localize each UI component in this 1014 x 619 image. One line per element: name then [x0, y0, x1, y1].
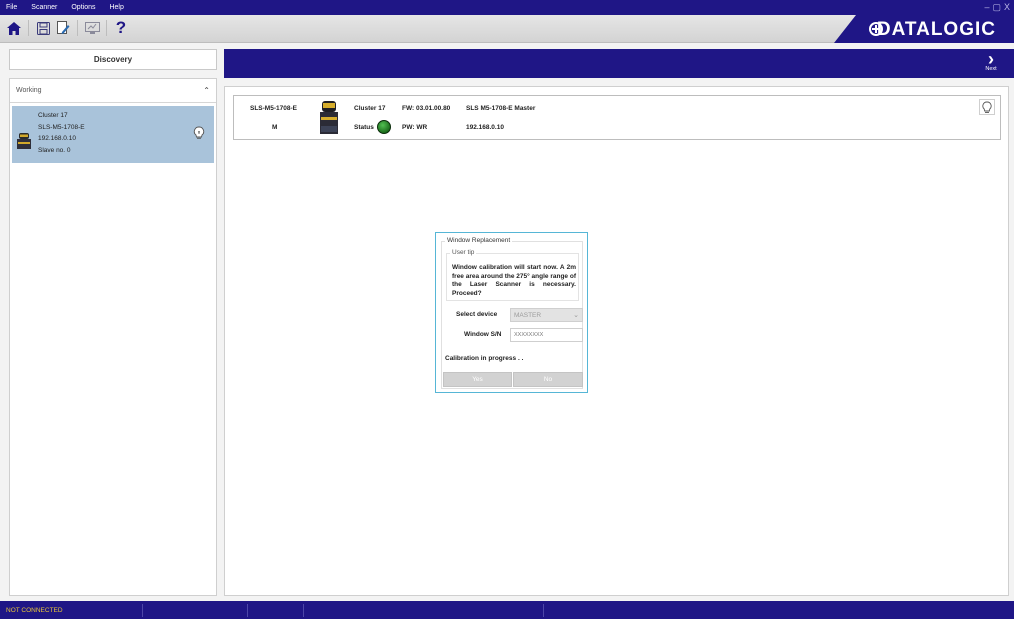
working-label: Working [16, 87, 42, 94]
device-info: Cluster 17 SLS-M5-1708-E 192.168.0.10 Sl… [38, 110, 85, 156]
next-label: Next [985, 66, 997, 72]
calibration-status-text: Calibration in progress . . [445, 355, 524, 362]
chevron-down-icon: ⌄ [573, 312, 579, 319]
window-sn-input[interactable] [510, 328, 583, 342]
status-label: Status [354, 124, 374, 131]
scanner-summary-row: SLS-M5-1708-E M Cluster 17 Status FW: 03… [233, 95, 1001, 140]
next-button[interactable]: › Next [976, 49, 1006, 76]
menu-help[interactable]: Help [103, 4, 131, 11]
window-controls: – ▢ X [984, 2, 1010, 12]
select-device-label: Select device [456, 311, 498, 318]
user-tip-text: Window calibration will start now. A 2m … [452, 264, 576, 297]
restore-button[interactable]: ▢ [992, 2, 1001, 12]
brand-logo: DATALOGIC [834, 15, 1014, 43]
help-icon: ? [115, 18, 127, 37]
device-list-item[interactable]: Cluster 17 SLS-M5-1708-E 192.168.0.10 Sl… [12, 106, 214, 163]
monitor-icon [84, 21, 100, 34]
close-button[interactable]: X [1004, 2, 1010, 12]
menu-scanner[interactable]: Scanner [25, 4, 65, 11]
toolbar: ? DATALOGIC [0, 15, 1014, 43]
device-slave-number: Slave no. 0 [38, 146, 71, 154]
collapse-chevron-icon[interactable]: ⌃ [203, 86, 210, 95]
edit-document-button[interactable] [55, 20, 71, 36]
chevron-right-icon: › [988, 49, 994, 69]
home-button[interactable] [6, 20, 22, 36]
bulb-icon [982, 101, 992, 113]
menu-bar: File Scanner Options Help – ▢ X [0, 0, 1014, 15]
window-replacement-dialog: Window Replacement User tip Window calib… [435, 232, 588, 393]
scanner-image [320, 101, 338, 134]
user-tip-title: User tip [450, 249, 477, 256]
yes-button[interactable]: Yes [443, 372, 512, 387]
toolbar-divider [77, 20, 78, 36]
menu-file[interactable]: File [0, 4, 25, 11]
scanner-thumbnail-icon [17, 133, 31, 149]
status-divider [247, 604, 248, 617]
scanner-name: SLS M5-1708-E Master [466, 105, 536, 112]
window-sn-label: Window S/N [464, 331, 502, 338]
minimize-button[interactable]: – [984, 2, 989, 12]
menu-options[interactable]: Options [65, 4, 103, 11]
identify-bulb-icon[interactable] [193, 126, 205, 140]
no-button[interactable]: No [513, 372, 583, 387]
toolbar-divider [28, 20, 29, 36]
main-panel: SLS-M5-1708-E M Cluster 17 Status FW: 03… [224, 86, 1009, 596]
connection-status: NOT CONNECTED [6, 607, 63, 614]
device-cluster: Cluster 17 [38, 112, 68, 119]
device-model: SLS-M5-1708-E [38, 123, 85, 131]
select-device-dropdown[interactable]: MASTER ⌄ [510, 308, 583, 322]
status-bar: NOT CONNECTED [0, 601, 1014, 619]
user-tip-box: User tip Window calibration will start n… [446, 249, 579, 301]
firmware-version: FW: 03.01.00.80 [402, 105, 451, 112]
status-divider [142, 604, 143, 617]
device-list-panel: Working ⌃ Cluster 17 SLS-M5-1708-E 192.1… [9, 78, 217, 596]
toolbar-divider [106, 20, 107, 36]
edit-document-icon [56, 21, 69, 34]
select-device-value: MASTER [514, 311, 542, 319]
status-divider [543, 604, 544, 617]
logo-text: DATALOGIC [876, 19, 996, 40]
identify-button[interactable] [979, 99, 995, 115]
save-button[interactable] [35, 20, 51, 36]
dialog-title: Window Replacement [445, 237, 513, 244]
working-section-header[interactable]: Working ⌃ [10, 79, 216, 103]
window-replacement-group: Window Replacement User tip Window calib… [441, 237, 583, 389]
scanner-cluster: Cluster 17 [354, 105, 386, 112]
monitor-button[interactable] [84, 20, 100, 36]
status-led-icon [377, 120, 391, 134]
wizard-top-bar: › Next [224, 49, 1014, 78]
scanner-ip: 192.168.0.10 [466, 124, 504, 131]
home-icon [7, 21, 21, 35]
discovery-button[interactable]: Discovery [9, 49, 217, 70]
scanner-model: SLS-M5-1708-E [250, 105, 297, 112]
device-ip: 192.168.0.10 [38, 135, 76, 142]
save-icon [36, 21, 50, 35]
password-level: PW: WR [402, 124, 428, 131]
scanner-mode: M [272, 124, 278, 131]
status-divider [303, 604, 304, 617]
help-button[interactable]: ? [113, 18, 129, 37]
